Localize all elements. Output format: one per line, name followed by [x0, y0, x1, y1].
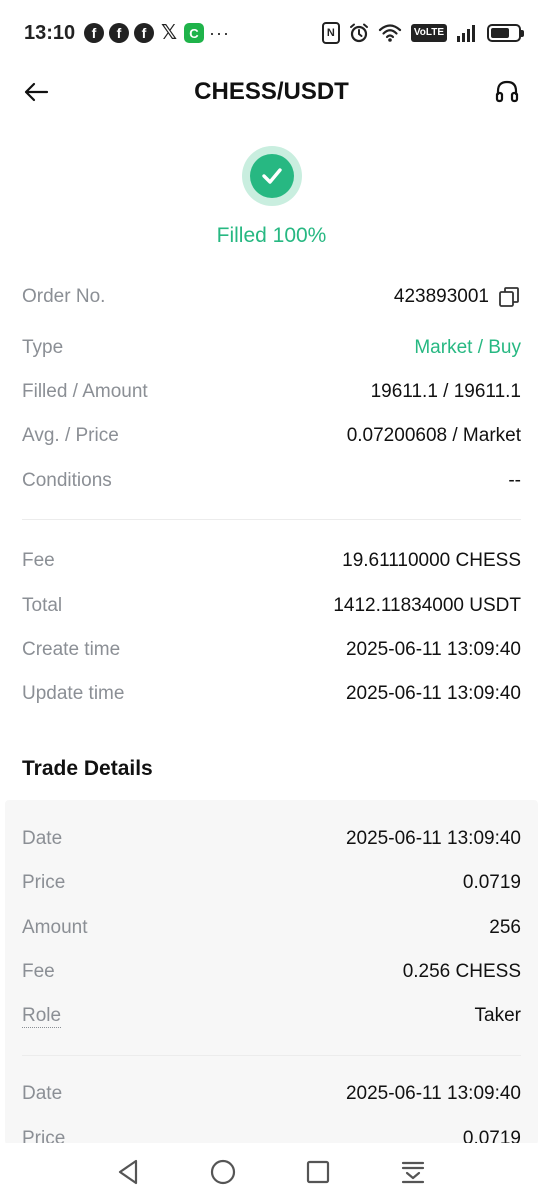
trade-details-title: Trade Details: [22, 757, 153, 780]
page-title: CHESS/USDT: [194, 78, 349, 105]
update-time-row: Update time 2025-06-11 13:09:40: [22, 679, 521, 709]
trade-amount-row: Amount 256: [22, 913, 521, 943]
conditions-value: --: [508, 470, 521, 491]
order-type: Market / Buy: [414, 337, 521, 358]
create-time: 2025-06-11 13:09:40: [345, 639, 521, 660]
update-time-label: Update time: [22, 683, 125, 704]
fee-label: Fee: [22, 550, 55, 571]
trade-date-row: Date 2025-06-11 13:09:40: [22, 824, 521, 854]
facebook-icon: f: [109, 23, 129, 43]
avg-price: 0.07200608 / Market: [346, 425, 521, 446]
trade-role: Taker: [474, 1005, 521, 1026]
trade-role-label[interactable]: Role: [22, 1005, 62, 1028]
filled-amount: 19611.1 / 19611.1: [370, 381, 521, 402]
signal-icon: [457, 25, 475, 42]
nfc-icon: N: [321, 22, 340, 44]
system-navigation-bar: [0, 1143, 543, 1200]
order-number-value-group: 423893001: [394, 285, 521, 309]
check-icon: [261, 168, 282, 184]
trade-fee: 0.256 CHESS: [402, 961, 521, 982]
battery-icon: [487, 24, 524, 42]
total-row: Total 1412.11834000 USDT: [22, 591, 521, 621]
total-value: 1412.11834000 USDT: [333, 595, 521, 616]
alarm-icon: [349, 23, 368, 43]
trade-price: 0.0719: [462, 872, 521, 893]
more-notifications-icon: ···: [209, 23, 230, 43]
avg-price-row: Avg. / Price 0.07200608 / Market: [22, 421, 521, 451]
trade-fee-label: Fee: [22, 961, 55, 982]
trade-fee-row: Fee 0.256 CHESS: [22, 957, 521, 987]
square-recents-icon: [306, 1160, 330, 1184]
trade-date: 2025-06-11 13:09:40: [345, 828, 521, 849]
nav-back-button[interactable]: [113, 1157, 143, 1187]
filled-amount-row: Filled / Amount 19611.1 / 19611.1: [22, 377, 521, 407]
facebook-icon: f: [134, 23, 154, 43]
total-label: Total: [22, 595, 63, 616]
trade-price-label: Price: [22, 872, 66, 893]
nav-menu-button[interactable]: [398, 1157, 428, 1187]
status-time: 13:10: [24, 22, 76, 44]
trade-amount-label: Amount: [22, 917, 88, 938]
trade-date-label: Date: [22, 828, 63, 849]
type-label: Type: [22, 337, 64, 358]
fill-status: Filled 100%: [216, 224, 327, 247]
c-app-icon: C: [184, 23, 204, 43]
trade-date: 2025-06-11 13:09:40: [345, 1083, 521, 1104]
order-status: Filled 100%: [0, 146, 543, 248]
success-badge: [241, 146, 302, 206]
headset-icon: [495, 80, 519, 103]
triangle-back-icon: [118, 1159, 138, 1185]
trade-amount: 256: [489, 917, 521, 938]
divider: [22, 519, 521, 520]
trade-divider: [22, 1055, 521, 1056]
trade-price-row: Price 0.0719: [22, 868, 521, 898]
create-time-label: Create time: [22, 639, 121, 660]
pull-down-icon: [401, 1161, 425, 1184]
notification-icons: f f f 𝕏 C ···: [84, 23, 230, 43]
battery-level: [491, 28, 510, 38]
fee-row: Fee 19.61110000 CHESS: [22, 546, 521, 576]
system-icons: N VoLTE: [321, 22, 524, 44]
order-number: 423893001: [393, 286, 489, 307]
wifi-icon: [378, 24, 401, 42]
facebook-icon: f: [84, 23, 104, 43]
status-bar: 13:10 f f f 𝕏 C ··· N VoLTE: [0, 0, 543, 70]
trade-date-row: Date 2025-06-11 13:09:40: [22, 1079, 521, 1109]
check-circle-icon: [249, 154, 294, 198]
avg-price-label: Avg. / Price: [22, 425, 119, 446]
update-time: 2025-06-11 13:09:40: [345, 683, 521, 704]
x-icon: 𝕏: [160, 22, 178, 44]
create-time-row: Create time 2025-06-11 13:09:40: [22, 635, 521, 665]
conditions-label: Conditions: [22, 470, 112, 491]
trade-role-row: Role Taker: [22, 1001, 521, 1031]
volte-icon: VoLTE: [410, 24, 447, 42]
filled-amount-label: Filled / Amount: [22, 381, 148, 402]
order-number-label: Order No.: [22, 286, 106, 307]
fee-value: 19.61110000 CHESS: [342, 550, 521, 571]
trade-date-label: Date: [22, 1083, 63, 1104]
header: CHESS/USDT: [0, 70, 543, 114]
type-row: Type Market / Buy: [22, 333, 521, 363]
nav-recents-button[interactable]: [303, 1157, 333, 1187]
circle-home-icon: [210, 1159, 236, 1185]
order-number-row: Order No. 423893001: [22, 282, 521, 312]
copy-icon[interactable]: [497, 285, 521, 309]
nav-home-button[interactable]: [208, 1157, 238, 1187]
conditions-row: Conditions --: [22, 466, 521, 496]
customer-support-button[interactable]: [491, 76, 523, 108]
